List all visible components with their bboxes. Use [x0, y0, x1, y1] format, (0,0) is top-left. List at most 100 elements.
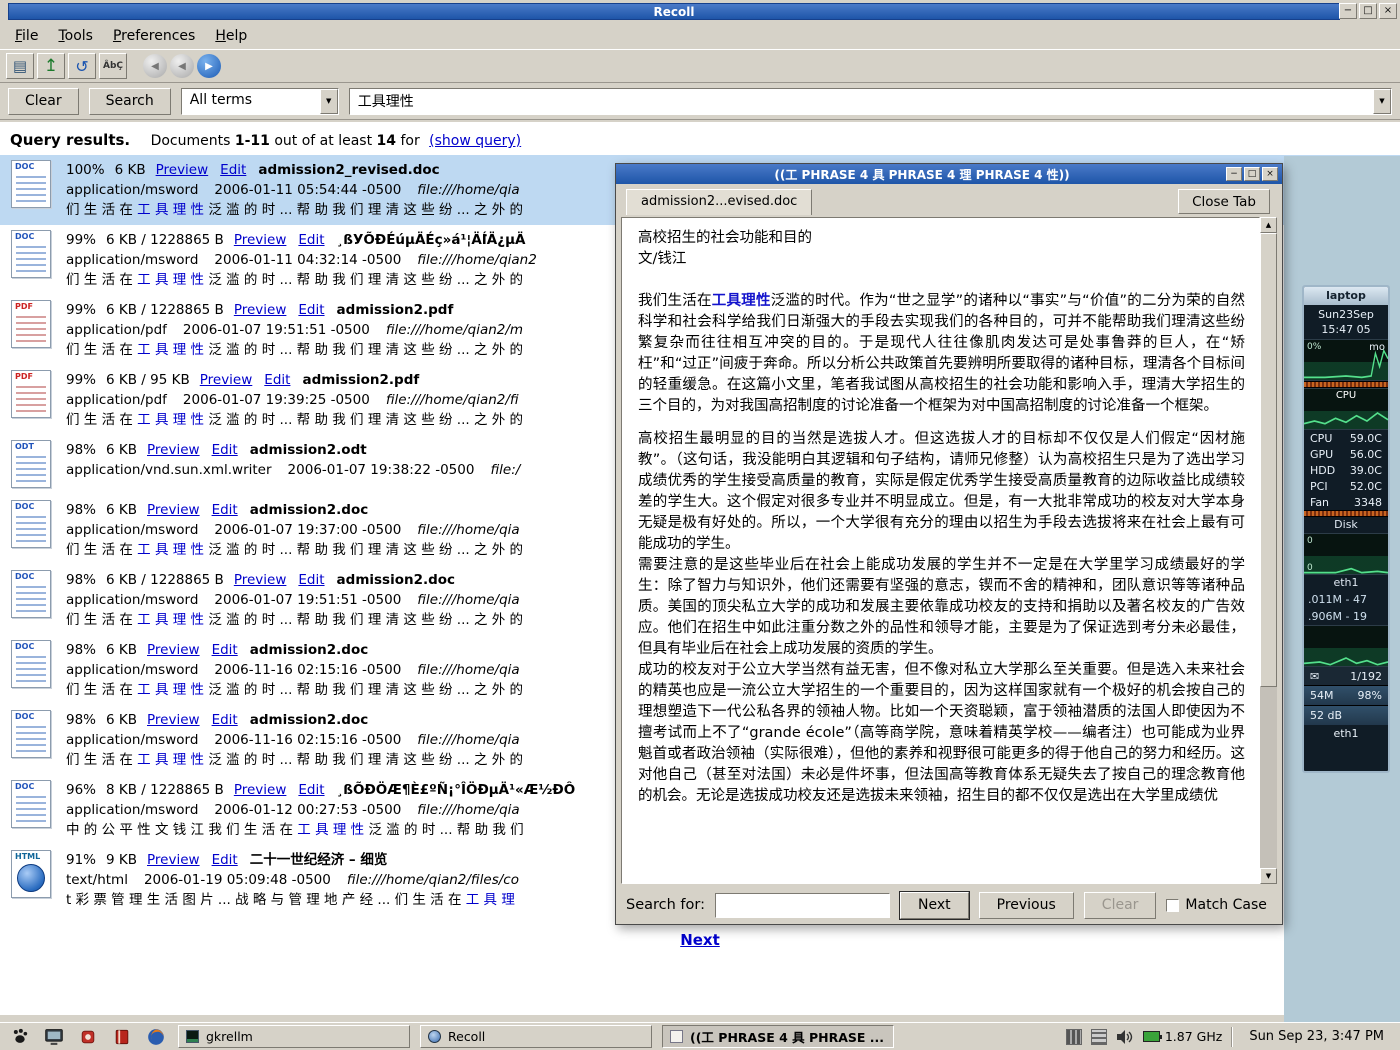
preview-titlebar[interactable]: ((工 PHRASE 4 具 PHRASE 4 理 PHRASE 4 性)) −…: [616, 164, 1282, 184]
preview-link[interactable]: Preview: [147, 712, 200, 728]
file-type-icon: DOC: [8, 710, 54, 760]
result-title: admission2.doc: [250, 502, 369, 518]
scroll-up-icon[interactable]: ▲: [1260, 217, 1277, 233]
mixer-tray-icon[interactable]: [1066, 1029, 1082, 1045]
find-next-button[interactable]: Next: [900, 892, 969, 919]
menu-preferences[interactable]: Preferences: [104, 25, 204, 47]
load-krell-slider[interactable]: [1304, 381, 1388, 388]
maximize-icon[interactable]: □: [1359, 3, 1377, 19]
result-size: 6 KB: [106, 442, 137, 458]
preview-link[interactable]: Preview: [234, 572, 287, 588]
nav-forward-icon[interactable]: ▶: [197, 54, 221, 78]
menu-help[interactable]: Help: [206, 25, 256, 47]
sort-order-icon[interactable]: ↥: [37, 53, 65, 79]
keyboard-layout-icon[interactable]: [1091, 1029, 1107, 1045]
preview-link[interactable]: Preview: [147, 852, 200, 868]
preview-link[interactable]: Preview: [147, 442, 200, 458]
preview-maximize-icon[interactable]: □: [1244, 167, 1260, 181]
result-mimetype: application/msword: [66, 182, 198, 198]
next-page-link[interactable]: Next: [680, 931, 720, 949]
edit-link[interactable]: Edit: [298, 572, 324, 588]
mail-count: 1/192: [1350, 670, 1382, 683]
edit-link[interactable]: Edit: [212, 442, 238, 458]
fan-label: Fan: [1310, 496, 1329, 509]
scrollbar-thumb[interactable]: [1260, 233, 1277, 687]
text-segment: 泛 滥 的 时 ... 帮 助 我 们 理 清 这 些 纷 ... 之 外 的: [204, 752, 523, 768]
window-titlebar[interactable]: Recoll: [8, 3, 1340, 20]
close-tab-button[interactable]: Close Tab: [1178, 189, 1270, 214]
task-gkrellm[interactable]: gkrellm: [178, 1025, 410, 1048]
query-term-highlight: 工 具 理 性: [137, 272, 204, 288]
chevron-down-icon[interactable]: ▼: [320, 89, 338, 114]
search-button[interactable]: Search: [89, 88, 171, 115]
first-page-icon[interactable]: ▤: [6, 53, 34, 79]
query-term-highlight: 工 具 理 性: [137, 682, 204, 698]
edit-link[interactable]: Edit: [264, 372, 290, 388]
preview-link[interactable]: Preview: [234, 232, 287, 248]
history-icon[interactable]: ↺: [68, 53, 96, 79]
result-url: file:///home/qian2/files/co: [347, 872, 519, 888]
preview-link[interactable]: Preview: [234, 782, 287, 798]
paw-launcher-icon[interactable]: [8, 1025, 32, 1049]
result-title: admission2.doc: [250, 642, 369, 658]
search-query-input[interactable]: [350, 89, 1373, 114]
edit-link[interactable]: Edit: [212, 712, 238, 728]
cpu-chart-label: CPU: [1336, 390, 1356, 401]
task-preview-active[interactable]: ((工 PHRASE 4 具 PHRASE ...: [662, 1025, 894, 1048]
task-recoll[interactable]: Recoll: [420, 1025, 652, 1048]
menu-file[interactable]: File: [6, 25, 47, 47]
find-input[interactable]: [716, 894, 889, 917]
media-player-launcher-icon[interactable]: [76, 1025, 100, 1049]
preview-link[interactable]: Preview: [200, 372, 253, 388]
edit-link[interactable]: Edit: [220, 162, 246, 178]
taskbar-clock[interactable]: Sun Sep 23, 3:47 PM: [1241, 1029, 1392, 1044]
cpu-frequency-indicator[interactable]: 1.87 GHz: [1143, 1029, 1222, 1044]
search-mode-select[interactable]: All terms ▼: [181, 88, 339, 115]
minimize-icon[interactable]: −: [1339, 3, 1357, 19]
fan-krell-slider[interactable]: [1304, 510, 1388, 517]
file-type-icon: DOC: [8, 160, 54, 210]
window-controls: − □ ×: [1339, 3, 1397, 19]
edit-link[interactable]: Edit: [212, 502, 238, 518]
edit-link[interactable]: Edit: [298, 782, 324, 798]
match-case-checkbox[interactable]: [1166, 899, 1179, 912]
query-combo[interactable]: ▼: [349, 88, 1392, 115]
results-header: Query results. Documents 1-11 out of at …: [0, 122, 1400, 155]
text-segment: 泛 滥 的 时 ... 帮 助 我 们 理 清 这 些 纷 ... 之 外 的: [204, 202, 523, 218]
scroll-down-icon[interactable]: ▼: [1260, 868, 1277, 884]
preview-close-icon[interactable]: ×: [1262, 167, 1278, 181]
preview-minimize-icon[interactable]: −: [1226, 167, 1242, 181]
preview-link[interactable]: Preview: [156, 162, 209, 178]
volume-meter[interactable]: 52 dB: [1304, 705, 1388, 725]
text-segment: 泛 滥 的 时 ... 帮 助 我 们: [364, 822, 524, 838]
file-type-badge: PDF: [15, 302, 33, 311]
terminal-launcher-icon[interactable]: [42, 1025, 66, 1049]
menu-tools[interactable]: Tools: [49, 25, 102, 47]
clear-button[interactable]: Clear: [8, 88, 79, 115]
gkrellm-monitor[interactable]: laptop Sun23Sep 15:47 05 0% mo CPU CPU 5…: [1302, 285, 1390, 773]
show-query-link[interactable]: (show query): [429, 133, 521, 149]
mail-row[interactable]: ✉ 1/192: [1304, 667, 1388, 685]
edit-link[interactable]: Edit: [298, 302, 324, 318]
preview-document[interactable]: 高校招生的社会功能和目的 文/钱江 我们生活在工具理性泛滥的时代。作为“世之显学…: [621, 217, 1260, 884]
query-history-chevron-icon[interactable]: ▼: [1373, 89, 1391, 114]
preview-link[interactable]: Preview: [147, 642, 200, 658]
result-body: 98%6 KBPreviewEditadmission2.doc applica…: [66, 710, 523, 770]
preview-tab[interactable]: admission2...evised.doc: [626, 189, 812, 215]
term-explorer-icon[interactable]: ÂbÇ: [99, 53, 127, 79]
find-previous-button[interactable]: Previous: [979, 892, 1074, 919]
edit-link[interactable]: Edit: [212, 852, 238, 868]
edit-link[interactable]: Edit: [298, 232, 324, 248]
find-input-wrap[interactable]: [715, 893, 890, 918]
preview-link[interactable]: Preview: [147, 502, 200, 518]
close-icon[interactable]: ×: [1379, 3, 1397, 19]
firefox-launcher-icon[interactable]: [144, 1025, 168, 1049]
net-section-label: eth1: [1304, 575, 1388, 591]
match-case-option[interactable]: Match Case: [1166, 897, 1266, 913]
preview-scrollbar[interactable]: ▲ ▼: [1260, 217, 1277, 884]
preview-link[interactable]: Preview: [234, 302, 287, 318]
volume-icon[interactable]: [1116, 1029, 1134, 1045]
edit-link[interactable]: Edit: [212, 642, 238, 658]
preview-document-body: 我们生活在工具理性泛滥的时代。作为“世之显学”的诸种以“事实”与“价值”的二分为…: [638, 291, 1245, 807]
package-book-launcher-icon[interactable]: [110, 1025, 134, 1049]
